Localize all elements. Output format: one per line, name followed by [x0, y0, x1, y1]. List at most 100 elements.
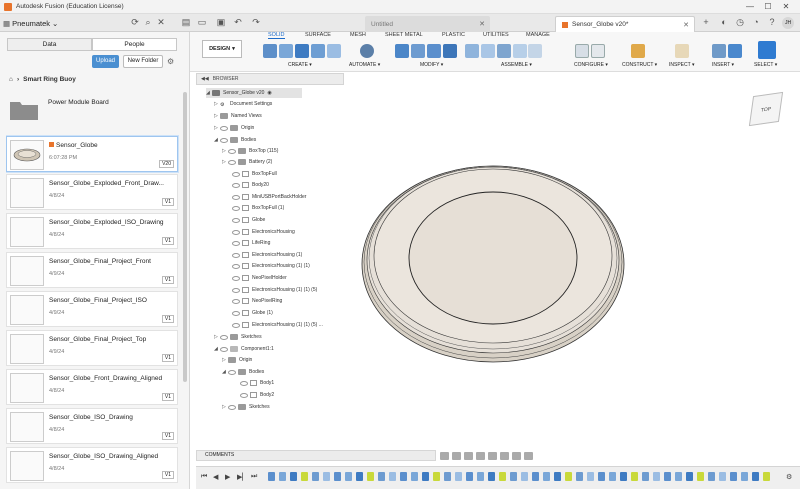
version-badge[interactable]: V1 — [161, 237, 174, 245]
tree-node[interactable]: NeoPixelRing — [232, 296, 282, 306]
notifications-icon[interactable]: ◷ — [734, 17, 746, 28]
timeline-feature[interactable] — [576, 472, 583, 481]
timeline-feature[interactable] — [565, 472, 572, 481]
tab-untitled[interactable]: Untitled ✕ — [365, 16, 490, 32]
timeline-feature[interactable] — [466, 472, 473, 481]
close-tab-icon[interactable]: ✕ — [683, 21, 689, 29]
grid-settings-icon[interactable] — [512, 451, 521, 460]
tree-node[interactable]: MiniUSBPortBackHolder — [232, 192, 306, 202]
close-window-button[interactable]: ✕ — [780, 2, 792, 11]
play-icon[interactable]: ▶ — [225, 473, 230, 481]
avatar[interactable]: JH — [782, 17, 794, 29]
construct-menu[interactable]: CONSTRUCT ▾ — [622, 62, 657, 68]
orbit-icon[interactable] — [440, 451, 449, 460]
timeline-feature[interactable] — [400, 472, 407, 481]
home-icon[interactable]: ⌂ — [9, 76, 13, 83]
timeline-feature[interactable] — [268, 472, 275, 481]
version-badge[interactable]: V1 — [161, 354, 174, 362]
step-back-icon[interactable]: ◀ — [213, 473, 218, 481]
tab-sensor-globe[interactable]: Sensor_Globe v20* ✕ — [555, 16, 695, 32]
timeline-feature[interactable] — [620, 472, 627, 481]
viewports-icon[interactable] — [524, 451, 533, 460]
tree-node[interactable]: Globe (1) — [232, 308, 273, 318]
timeline-feature[interactable] — [433, 472, 440, 481]
tree-node[interactable]: ▷ Named Views — [214, 111, 262, 121]
list-item[interactable]: Sensor_Globe_Final_Project_ISO 4/9/24 V1 — [6, 291, 178, 327]
version-badge[interactable]: V1 — [161, 393, 174, 401]
version-badge[interactable]: V1 — [161, 432, 174, 440]
bell-icon[interactable]: ◔ — [750, 17, 762, 27]
timeline-feature[interactable] — [444, 472, 451, 481]
go-to-end-icon[interactable]: ⏭ — [251, 473, 257, 481]
tree-node[interactable]: ◢ Bodies — [214, 135, 256, 145]
radio-icon[interactable]: ◉ — [267, 90, 271, 96]
save-icon[interactable]: ▣ — [215, 17, 227, 28]
tree-node[interactable]: ElectronicsHousing (1) — [232, 250, 302, 260]
chamfer-icon[interactable] — [427, 44, 441, 58]
pan-icon[interactable] — [464, 451, 473, 460]
zoom-icon[interactable] — [476, 451, 485, 460]
timeline-feature[interactable] — [741, 472, 748, 481]
tree-node[interactable]: ▷ Battery (2) — [222, 157, 272, 167]
go-to-start-icon[interactable]: ⏮ — [201, 473, 207, 481]
rigid-group-icon[interactable] — [528, 44, 542, 58]
select-icon[interactable] — [758, 41, 776, 59]
tree-node[interactable]: ▷ Sketches — [222, 402, 270, 412]
tree-node[interactable]: ▷ Sketches — [214, 332, 262, 342]
tree-node[interactable]: ▷ Origin — [214, 123, 254, 133]
modify-menu[interactable]: MODIFY ▾ — [420, 62, 443, 68]
tab-manage[interactable]: MANAGE — [526, 32, 550, 38]
tab-sheet-metal[interactable]: SHEET METAL — [385, 32, 423, 38]
timeline-feature[interactable] — [686, 472, 693, 481]
close-tab-icon[interactable]: ✕ — [479, 20, 485, 28]
select-menu[interactable]: SELECT ▾ — [754, 62, 777, 68]
insert-menu[interactable]: INSERT ▾ — [712, 62, 734, 68]
gear-icon[interactable]: ⚙ — [167, 57, 174, 66]
search-icon[interactable]: ⌕ — [142, 17, 154, 28]
tree-node[interactable]: LifeRing — [232, 238, 270, 248]
list-item[interactable]: Sensor_Globe_Final_Project_Top 4/9/24 V1 — [6, 330, 178, 366]
tab-mesh[interactable]: MESH — [350, 32, 366, 38]
timeline-feature[interactable] — [719, 472, 726, 481]
timeline-feature[interactable] — [477, 472, 484, 481]
timeline-feature[interactable] — [356, 472, 363, 481]
browser-header[interactable]: ◀◀ BROWSER — [196, 73, 344, 85]
tree-node[interactable]: Body20 — [232, 180, 269, 190]
timeline-feature[interactable] — [279, 472, 286, 481]
inspect-menu[interactable]: INSPECT ▾ — [669, 62, 694, 68]
tree-node[interactable]: ◢ Bodies — [222, 367, 264, 377]
tree-node[interactable]: ▷ Origin — [222, 355, 252, 365]
timeline-feature[interactable] — [323, 472, 330, 481]
timeline-feature[interactable] — [609, 472, 616, 481]
version-badge[interactable]: V1 — [161, 471, 174, 479]
upload-button[interactable]: Upload — [92, 55, 119, 68]
timeline-feature[interactable] — [422, 472, 429, 481]
sketch-icon[interactable] — [279, 44, 293, 58]
list-item[interactable]: Sensor_Globe_ISO_Drawing_Aligned 4/8/24 … — [6, 447, 178, 483]
project-selector[interactable]: ▦ Pneumatek ⌄ — [3, 17, 63, 29]
timeline-feature[interactable] — [499, 472, 506, 481]
assemble-menu[interactable]: ASSEMBLE ▾ — [501, 62, 532, 68]
new-tab-icon[interactable]: + — [700, 17, 712, 27]
look-at-icon[interactable] — [452, 451, 461, 460]
configure-rule-icon[interactable] — [591, 44, 605, 58]
timeline-settings-icon[interactable]: ⚙ — [786, 473, 792, 481]
tree-node[interactable]: NeoPixelHolder — [232, 273, 287, 283]
workspace-switcher[interactable]: DESIGN ▾ — [202, 40, 242, 58]
list-item-sensor-globe[interactable]: Sensor_Globe 6:07:28 PM V20 — [6, 136, 178, 172]
offset-plane-icon[interactable] — [631, 44, 645, 58]
timeline-feature[interactable] — [752, 472, 759, 481]
timeline-feature[interactable] — [290, 472, 297, 481]
new-component-icon[interactable] — [263, 44, 277, 58]
tree-node[interactable]: Body1 — [240, 378, 274, 388]
file-menu-icon[interactable]: ▭ — [196, 17, 208, 28]
timeline-feature[interactable] — [730, 472, 737, 481]
tree-node[interactable]: ElectronicsHousing (1) (1) (5) ... — [232, 320, 323, 330]
tree-node[interactable]: ElectronicsHousing (1) (1) (5) — [232, 285, 317, 295]
timeline-feature[interactable] — [697, 472, 704, 481]
tab-plastic[interactable]: PLASTIC — [442, 32, 465, 38]
version-badge[interactable]: V1 — [161, 276, 174, 284]
timeline-feature[interactable] — [510, 472, 517, 481]
timeline-feature[interactable] — [664, 472, 671, 481]
tree-root[interactable]: ◢ Sensor_Globe v20 ◉ — [206, 88, 302, 98]
